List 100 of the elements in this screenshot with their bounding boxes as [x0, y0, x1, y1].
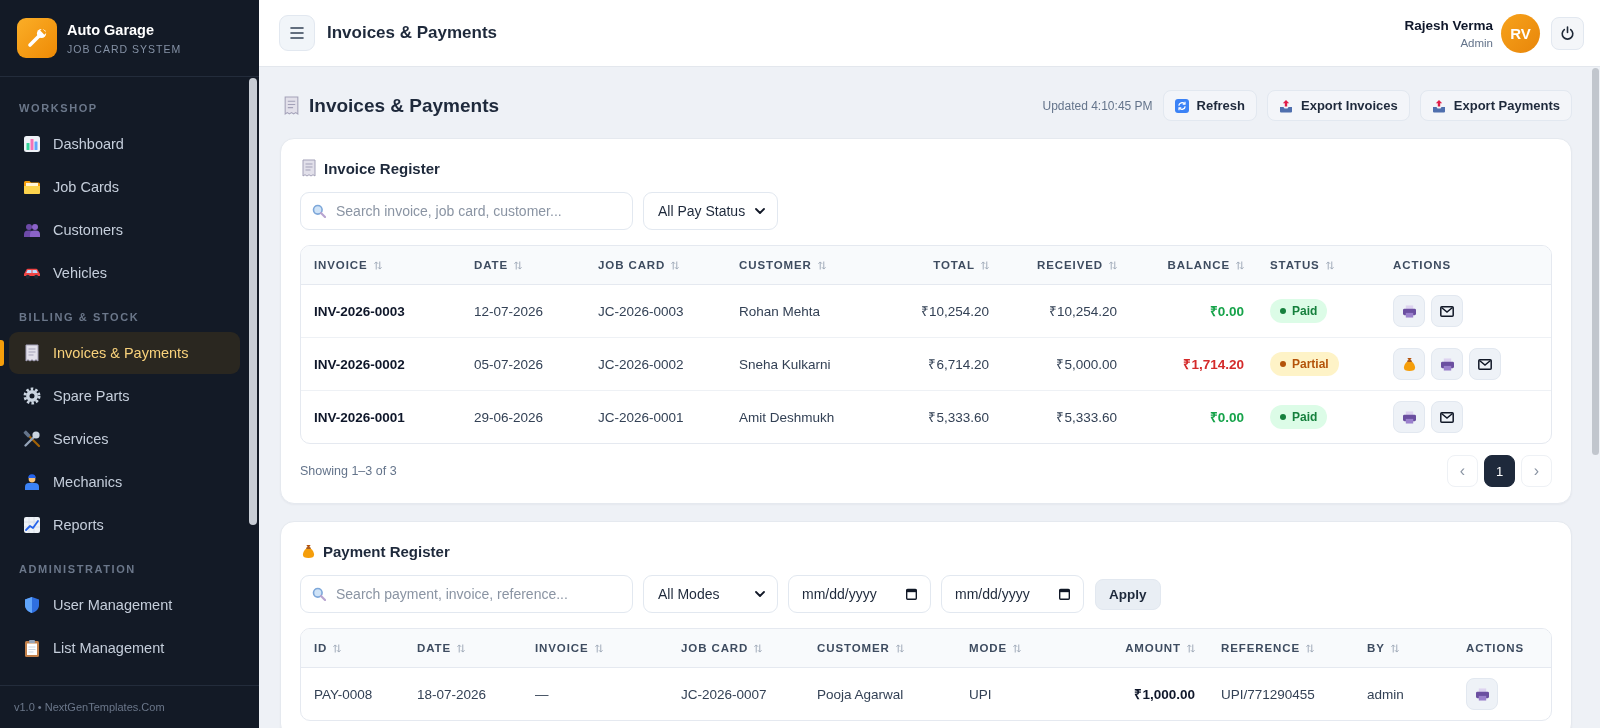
column-header[interactable]: ID — [301, 629, 404, 667]
print-button[interactable] — [1431, 348, 1463, 380]
table-cell-text: INV-2026-0002 — [313, 355, 406, 374]
mail-icon — [1478, 358, 1492, 370]
status-label: Paid — [1292, 304, 1318, 318]
tray-arrow-icon — [1279, 98, 1293, 113]
sidebar-item[interactable]: Dashboard — [9, 123, 240, 165]
sidebar-item[interactable]: User Management — [9, 584, 240, 626]
nav-section-heading: WORKSHOP — [18, 101, 99, 116]
scrollbar-thumb[interactable] — [249, 78, 257, 525]
table-cell-text: INV-2026-0001 — [313, 408, 406, 427]
column-header[interactable]: INVOICE — [301, 246, 461, 284]
menu-icon — [290, 27, 304, 39]
search-field[interactable]: Search payment, invoice, reference... — [300, 575, 633, 613]
user-name: Rajesh Verma — [1404, 17, 1493, 33]
column-header[interactable]: RECEIVED — [1002, 246, 1130, 284]
table-cell-text: JC-2026-0007 — [680, 685, 768, 704]
table-cell-text: ₹0.00 — [1208, 409, 1245, 427]
sort-icon — [1236, 260, 1244, 270]
printer-icon — [1401, 304, 1417, 318]
page-button[interactable]: 1 — [1484, 455, 1515, 487]
sort-icon — [457, 643, 466, 653]
table-cell-text: ₹5,000.00 — [1055, 356, 1118, 374]
table-cell-text: UPI/771290455 — [1220, 685, 1316, 704]
column-header[interactable]: DATE — [404, 629, 522, 667]
print-button[interactable] — [1393, 401, 1425, 433]
email-button[interactable] — [1469, 348, 1501, 380]
chevron-down-icon — [755, 208, 765, 214]
printer-icon — [1474, 687, 1490, 701]
email-button[interactable] — [1431, 295, 1463, 327]
user-role: Admin — [1459, 36, 1493, 49]
column-header[interactable]: JOB CARD — [668, 629, 804, 667]
refresh-icon — [1174, 98, 1189, 113]
sidebar-item[interactable]: Vehicles — [9, 252, 240, 294]
sort-icon — [754, 643, 763, 653]
shield-icon — [24, 596, 40, 614]
column-header[interactable]: CUSTOMER — [804, 629, 956, 667]
scrollbar-thumb[interactable] — [1592, 68, 1599, 455]
export-button[interactable]: Export Payments — [1419, 90, 1572, 121]
sort-icon — [1187, 643, 1195, 653]
receipt-icon — [284, 96, 299, 115]
table-cell-text: 05-07-2026 — [473, 355, 545, 374]
print-button[interactable] — [1393, 295, 1425, 327]
mode-filter-select[interactable]: All Modes — [643, 575, 778, 613]
column-header[interactable]: BY — [1354, 629, 1453, 667]
column-header[interactable]: MODE — [956, 629, 1082, 667]
sidebar-item[interactable]: Services — [9, 418, 240, 460]
sort-icon — [1325, 260, 1334, 270]
column-header[interactable]: CUSTOMER — [726, 246, 874, 284]
column-header: ACTIONS — [1392, 258, 1453, 273]
date-field[interactable]: mm/dd/yyyy — [788, 575, 931, 613]
export-button[interactable]: Export Invoices — [1267, 90, 1410, 121]
table-cell-text: Amit Deshmukh — [738, 408, 836, 427]
logout-button[interactable] — [1551, 16, 1584, 50]
status-dot-icon — [1280, 414, 1286, 420]
sidebar-item[interactable]: Mechanics — [9, 461, 240, 503]
sort-icon — [671, 260, 680, 270]
table-cell-text: 29-06-2026 — [473, 408, 545, 427]
date-field[interactable]: mm/dd/yyyy — [941, 575, 1084, 613]
sidebar-item[interactable]: Job Cards — [9, 166, 240, 208]
refresh-button[interactable]: Refresh — [1162, 90, 1257, 121]
table-cell-text: admin — [1366, 685, 1405, 704]
sidebar-item[interactable]: Reports — [9, 504, 240, 546]
column-header[interactable]: AMOUNT — [1082, 629, 1208, 667]
active-indicator — [0, 340, 4, 366]
tools-icon — [23, 430, 41, 448]
email-button[interactable] — [1431, 401, 1463, 433]
print-button[interactable] — [1466, 678, 1498, 710]
page-title: Invoices & Payments — [309, 94, 500, 117]
column-header[interactable]: STATUS — [1257, 246, 1380, 284]
wrench-logo-icon — [17, 18, 57, 58]
people-icon — [23, 223, 41, 237]
table-cell-text: INV-2026-0003 — [313, 302, 406, 321]
menu-button[interactable] — [279, 15, 315, 51]
sidebar-item[interactable]: Customers — [9, 209, 240, 251]
table-cell-text: Sneha Kulkarni — [738, 355, 832, 374]
column-header[interactable]: JOB CARD — [585, 246, 726, 284]
table-cell-text: UPI — [968, 685, 993, 704]
status-dot-icon — [1280, 308, 1286, 314]
column-header[interactable]: INVOICE — [522, 629, 668, 667]
car-icon — [23, 267, 41, 279]
column-header[interactable]: REFERENCE — [1208, 629, 1354, 667]
app-subtitle: JOB CARD SYSTEM — [67, 42, 182, 55]
printer-icon — [1439, 357, 1455, 371]
search-field[interactable]: Search invoice, job card, customer... — [300, 192, 633, 230]
column-header[interactable]: DATE — [461, 246, 585, 284]
sort-icon — [333, 643, 342, 653]
power-icon — [1561, 26, 1574, 40]
status-filter-select[interactable]: All Pay Status — [643, 192, 778, 230]
tray-arrow-icon — [1431, 98, 1446, 113]
sort-icon — [1109, 260, 1117, 270]
column-header[interactable]: BALANCE — [1130, 246, 1257, 284]
column-header[interactable]: TOTAL — [874, 246, 1002, 284]
table-cell-text: ₹5,333.60 — [927, 409, 990, 427]
nav-section-heading: ADMINISTRATION — [18, 562, 137, 577]
table-cell-text: JC-2026-0001 — [597, 408, 685, 427]
sidebar-item[interactable]: Spare Parts — [9, 375, 240, 417]
receipt-icon — [25, 344, 39, 362]
sidebar-item[interactable]: List Management — [9, 627, 240, 669]
apply-button[interactable]: Apply — [1095, 578, 1161, 610]
